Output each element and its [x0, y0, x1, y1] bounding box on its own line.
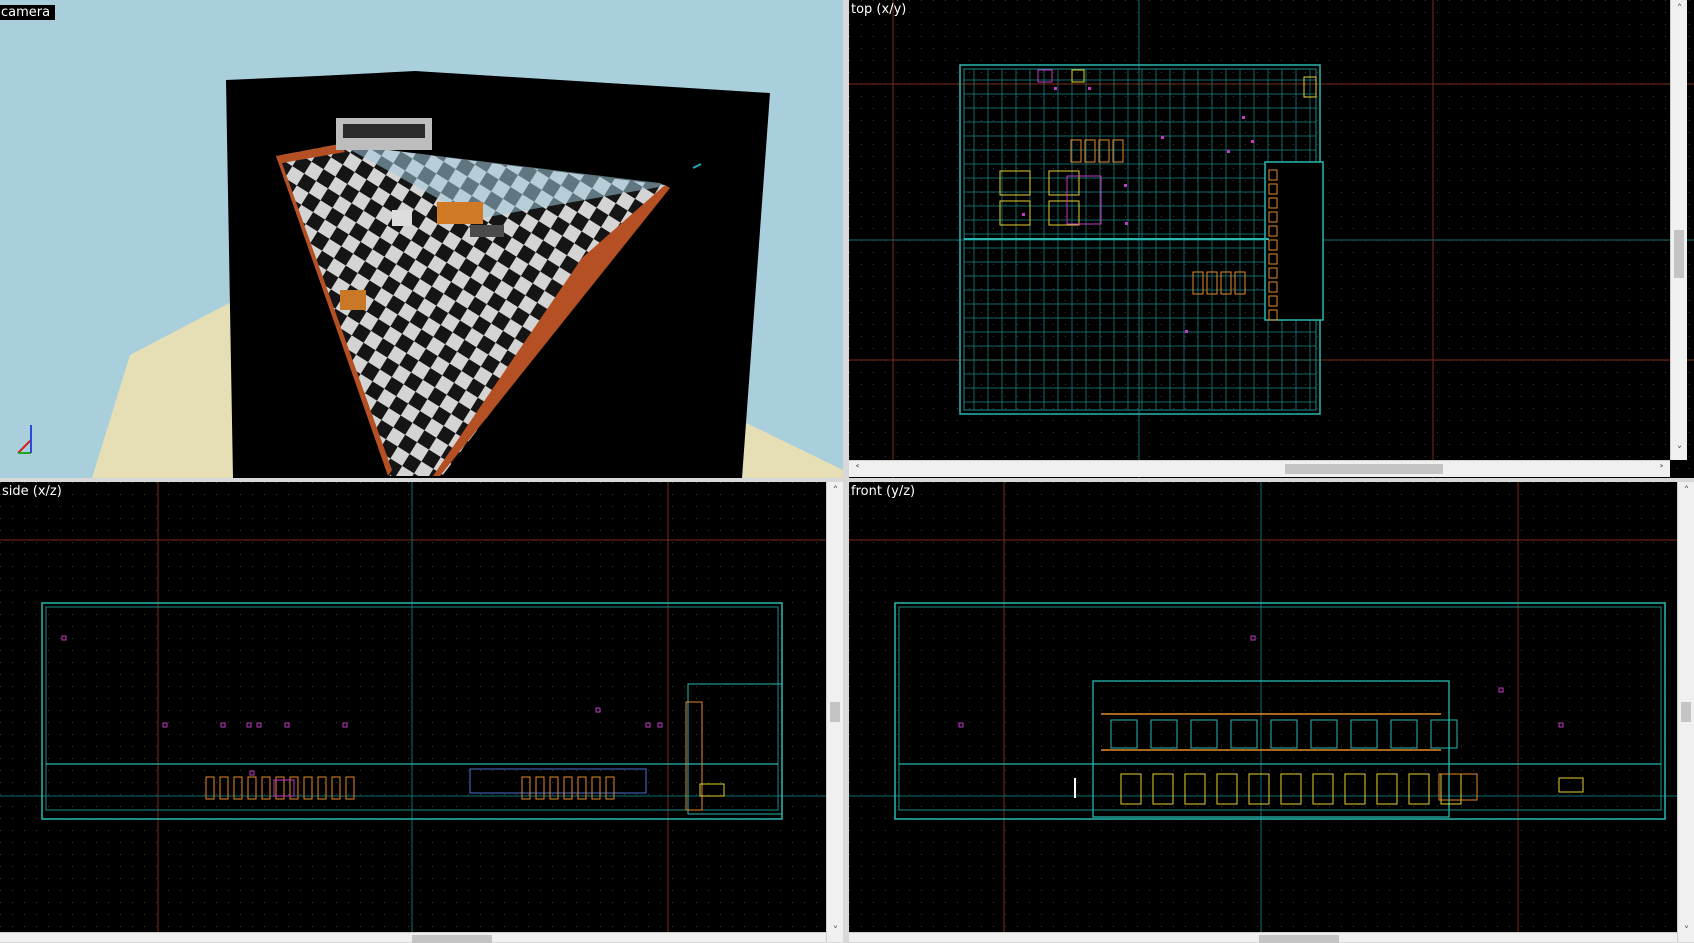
front-vertical-scroll-thumb[interactable] [1681, 702, 1691, 722]
top-viewport-label: top (x/y) [851, 2, 907, 17]
front-grid-canvas[interactable] [849, 482, 1694, 942]
top-grid-canvas[interactable] [849, 0, 1694, 478]
grid-dots [0, 482, 843, 942]
top-vertical-scrollbar[interactable]: ˄ ˅ [1670, 0, 1687, 460]
camera-viewport[interactable]: camera [0, 0, 843, 478]
entity-marker [1124, 184, 1127, 187]
entity-marker [1125, 222, 1128, 225]
entity-marker [1088, 87, 1091, 90]
entity-marker [1185, 330, 1188, 333]
front-horizontal-scrollbar[interactable] [849, 932, 1677, 943]
entity-marker [1251, 140, 1254, 143]
front-viewport[interactable]: front (y/z) [849, 482, 1694, 942]
camera-3d-render[interactable] [0, 0, 843, 478]
side-vertical-scroll-thumb[interactable] [830, 702, 840, 722]
side-viewport[interactable]: side (x/z) [0, 482, 843, 942]
top-scroll-left-button[interactable]: ˂ [849, 461, 866, 478]
front-vertical-scrollbar[interactable]: ˄ ˅ [1677, 482, 1694, 942]
front-scroll-down-button[interactable]: ˅ [1678, 922, 1694, 939]
entity-marker [1161, 136, 1164, 139]
top-scroll-down-button[interactable]: ˅ [1671, 442, 1688, 459]
camera-viewport-label: camera [0, 5, 56, 20]
front-viewport-label: front (y/z) [851, 484, 916, 499]
side-viewport-label: side (x/z) [2, 484, 62, 499]
side-vertical-scrollbar[interactable]: ˄ ˅ [826, 482, 843, 942]
entity-marker [1054, 87, 1057, 90]
top-scroll-up-button[interactable]: ˄ [1671, 0, 1688, 17]
top-horizontal-scroll-thumb[interactable] [1285, 464, 1443, 474]
front-scroll-up-button[interactable]: ˄ [1678, 482, 1694, 499]
entity-marker [1227, 150, 1230, 153]
top-horizontal-scrollbar[interactable]: ˂ ˃ [849, 460, 1670, 477]
side-scroll-down-button[interactable]: ˅ [827, 922, 844, 939]
top-scroll-right-button[interactable]: ˃ [1653, 461, 1670, 478]
entity-marker [1242, 116, 1245, 119]
entity-marker [1022, 213, 1025, 216]
top-vertical-scroll-thumb[interactable] [1674, 230, 1684, 278]
side-scroll-up-button[interactable]: ˄ [827, 482, 844, 499]
side-grid-canvas[interactable] [0, 482, 843, 942]
side-horizontal-scrollbar[interactable] [0, 932, 826, 943]
grid-dots [849, 482, 1694, 942]
top-viewport[interactable]: top (x/y) [849, 0, 1694, 478]
